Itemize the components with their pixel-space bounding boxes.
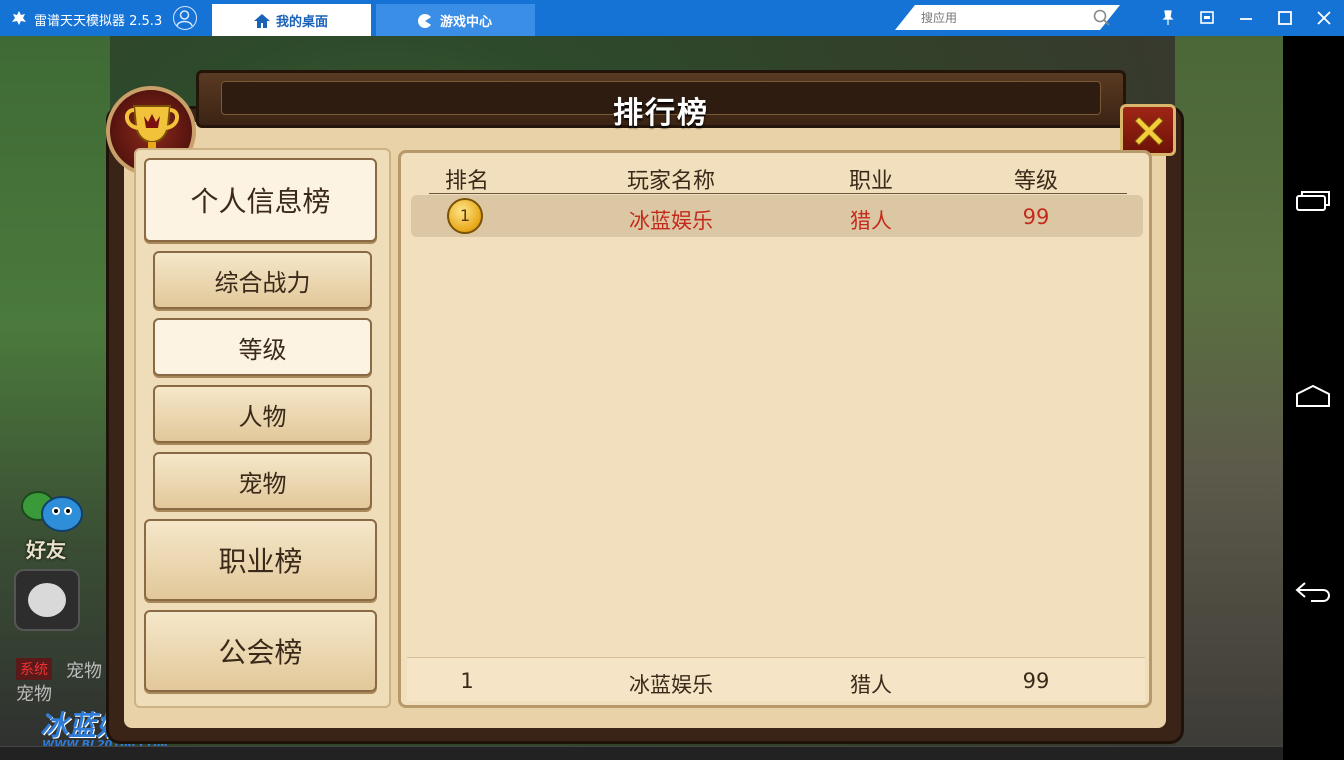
category-character[interactable]: 人物 — [153, 385, 372, 443]
category-pet[interactable]: 宠物 — [153, 452, 372, 510]
category-label: 职业榜 — [218, 545, 303, 578]
header-class: 职业 — [848, 169, 893, 194]
back-nav-icon[interactable] — [1293, 576, 1333, 606]
dialog-header-bar: 排行榜 — [221, 81, 1101, 131]
tab-my-desktop[interactable]: 我的桌面 — [212, 4, 371, 36]
home-icon — [254, 14, 270, 28]
cell-player-name: 冰蓝娱乐 — [629, 209, 713, 233]
fullscreen-toggle-icon[interactable] — [1195, 6, 1219, 30]
friend-slime-icon[interactable] — [16, 484, 86, 534]
my-rank: 1 — [460, 669, 474, 693]
emulator-titlebar: 雷谱天天模拟器 2.5.3 我的桌面 游戏中心 — [0, 0, 1344, 36]
cell-class: 猎人 — [850, 209, 892, 233]
maximize-icon[interactable] — [1273, 6, 1297, 30]
gold-medal-icon: 1 — [447, 198, 483, 234]
game-center-icon — [418, 14, 433, 28]
my-player-name: 冰蓝娱乐 — [629, 673, 713, 697]
close-dialog-button[interactable] — [1120, 104, 1176, 156]
category-label: 宠物 — [238, 469, 287, 498]
tab-game-center[interactable]: 游戏中心 — [376, 4, 535, 36]
android-nav-bar — [1283, 36, 1344, 760]
chat-bubble-icon — [28, 583, 66, 617]
header-player-name: 玩家名称 — [626, 169, 715, 194]
header-rank: 排名 — [444, 169, 489, 194]
tab-label: 游戏中心 — [440, 14, 493, 30]
my-level: 99 — [1022, 669, 1050, 693]
recent-apps-icon[interactable] — [1293, 186, 1333, 216]
header-level: 等级 — [1013, 169, 1058, 194]
header-divider — [429, 193, 1127, 194]
system-channel-tag: 系统 — [16, 658, 52, 680]
category-guild-ranking[interactable]: 公会榜 — [144, 610, 377, 692]
category-label: 综合战力 — [214, 268, 311, 297]
category-level[interactable]: 等级 — [153, 318, 372, 376]
chat-message: 宠物 — [66, 661, 102, 682]
category-personal-info[interactable]: 个人信息榜 — [144, 158, 377, 242]
user-account-icon[interactable] — [173, 6, 197, 30]
chat-message: 宠物 — [16, 684, 52, 705]
category-combat-power[interactable]: 综合战力 — [153, 251, 372, 309]
chat-button[interactable] — [14, 569, 80, 631]
app-title: 雷谱天天模拟器 2.5.3 — [34, 14, 163, 29]
search-box[interactable] — [895, 5, 1120, 30]
category-class-ranking[interactable]: 职业榜 — [144, 519, 377, 601]
exp-bar — [0, 746, 1283, 760]
search-icon[interactable] — [1093, 9, 1111, 27]
category-label: 公会榜 — [218, 636, 303, 669]
friend-label[interactable]: 好友 — [26, 534, 66, 563]
category-label: 个人信息榜 — [190, 185, 331, 218]
close-icon — [1134, 116, 1164, 146]
category-label: 人物 — [238, 402, 287, 431]
minimize-icon[interactable] — [1234, 6, 1258, 30]
search-input[interactable] — [921, 8, 1081, 27]
pin-icon[interactable] — [1156, 6, 1180, 30]
dialog-title: 排行榜 — [613, 96, 709, 131]
emulator-logo-icon — [12, 11, 26, 25]
my-class: 猎人 — [850, 673, 892, 697]
cell-level: 99 — [1022, 205, 1050, 229]
ranking-table: 排名 玩家名称 职业 等级 1 冰蓝娱乐 猎人 99 1 冰蓝娱乐 猎人 99 — [398, 150, 1152, 708]
home-nav-icon[interactable] — [1293, 382, 1333, 412]
category-label: 等级 — [238, 335, 287, 364]
game-background-left — [0, 36, 110, 760]
dialog-header: 排行榜 — [196, 70, 1126, 131]
close-window-icon[interactable] — [1312, 6, 1336, 30]
game-background-right — [1175, 36, 1283, 760]
tab-label: 我的桌面 — [276, 14, 329, 30]
